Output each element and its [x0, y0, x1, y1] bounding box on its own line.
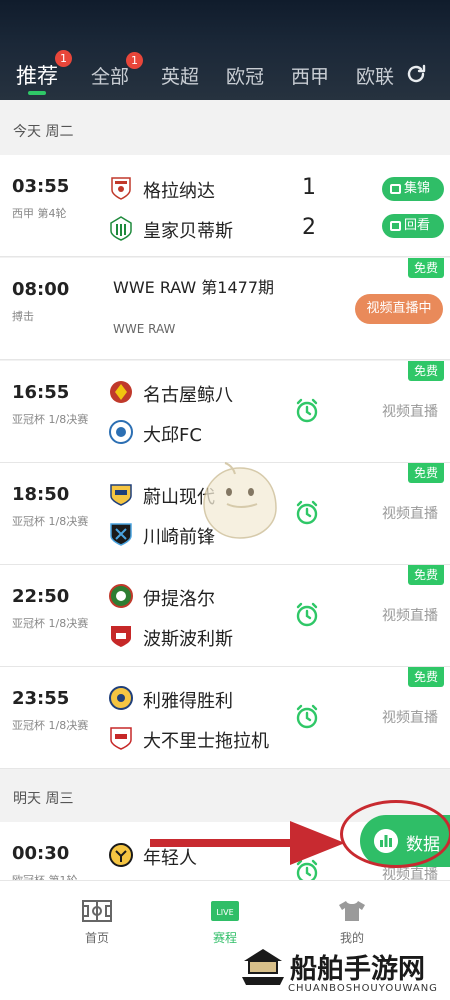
pagoda-logo-icon [242, 949, 284, 985]
home-team-name: 格拉纳达 [143, 181, 215, 202]
ulsan-crest-icon [110, 484, 132, 506]
live-now-button[interactable]: 视频直播中 [355, 294, 443, 324]
alarm-clock-icon[interactable] [293, 499, 321, 527]
free-badge: 免费 [408, 361, 444, 381]
match-competition: 亚冠杯 1/8决赛 [12, 413, 89, 426]
mascot-bird-image [203, 462, 277, 539]
pitch-icon [82, 900, 112, 922]
match-time: 08:00 [12, 279, 70, 300]
granada-crest-icon [111, 177, 131, 200]
tab-all[interactable]: 全部 1 [91, 52, 144, 89]
match-competition: 亚冠杯 1/8决赛 [12, 617, 89, 630]
tab-badge: 1 [55, 50, 72, 67]
tab-la-liga[interactable]: 西甲 [291, 62, 329, 89]
red-arrow-annotation [150, 821, 345, 865]
jersey-icon [339, 901, 365, 921]
home-team-name: 名古屋鲸八 [143, 385, 233, 406]
top-header: 推荐 1 全部 1 英超 欧冠 西甲 欧联 [0, 0, 450, 100]
free-badge: 免费 [408, 565, 444, 585]
video-live-label[interactable]: 视频直播 [382, 707, 438, 727]
replay-button[interactable]: 回看 [382, 214, 444, 238]
young-boys-crest-icon [109, 843, 133, 867]
match-competition: 亚冠杯 1/8决赛 [12, 719, 89, 732]
tab-recommended[interactable]: 推荐 1 [16, 50, 72, 90]
event-title: WWE RAW 第1477期 [113, 278, 275, 297]
match-row[interactable]: 免费 08:00 搏击 WWE RAW 第1477期 WWE RAW 视频直播中 [0, 258, 450, 360]
persepolis-crest-icon [111, 626, 131, 647]
nav-profile[interactable]: 我的 [312, 899, 392, 946]
live-tv-icon: LIVE [211, 901, 239, 921]
free-badge: 免费 [408, 258, 444, 278]
ittihad-crest-icon [109, 584, 133, 608]
event-subtitle: WWE RAW [113, 322, 176, 336]
away-team-name: 皇家贝蒂斯 [143, 221, 233, 242]
tab-champions-league[interactable]: 欧冠 [226, 62, 264, 89]
away-score: 2 [302, 215, 316, 240]
nav-schedule[interactable]: LIVE 赛程 [185, 899, 265, 946]
free-badge: 免费 [408, 463, 444, 483]
al-nassr-crest-icon [109, 686, 133, 710]
tab-label: 全部 [91, 66, 130, 88]
match-time: 23:55 [12, 688, 70, 709]
home-score: 1 [302, 175, 316, 200]
match-competition: 亚冠杯 1/8决赛 [12, 515, 89, 528]
watermark-title: 船舶手游网 [290, 954, 425, 985]
tab-label: 推荐 [16, 64, 58, 88]
away-team-name: 大邱FC [143, 425, 202, 446]
match-competition: 搏击 [12, 310, 34, 323]
nav-profile-label: 我的 [339, 931, 364, 945]
daegu-crest-icon [109, 420, 133, 444]
match-time: 16:55 [12, 382, 70, 403]
live-tv-icon-text: LIVE [216, 908, 233, 917]
match-row[interactable]: 03:55 西甲 第4轮 格拉纳达 皇家贝蒂斯 1 2 集锦 回看 [0, 155, 450, 257]
tab-badge: 1 [126, 52, 144, 69]
highlights-label: 集锦 [404, 181, 431, 196]
watermark-subtitle: CHUANBOSHOUYOUWANG [288, 983, 438, 994]
video-live-label[interactable]: 视频直播 [382, 605, 438, 625]
away-team-name: 波斯波利斯 [143, 629, 233, 650]
replay-label: 回看 [404, 218, 431, 233]
highlights-button[interactable]: 集锦 [382, 177, 444, 201]
match-row[interactable]: 免费 16:55 亚冠杯 1/8决赛 名古屋鲸八 大邱FC 视频直播 [0, 361, 450, 463]
alarm-clock-icon[interactable] [293, 703, 321, 731]
tractor-crest-icon [110, 727, 132, 750]
refresh-icon[interactable] [404, 62, 428, 86]
site-watermark: 船舶手游网 CHUANBOSHOUYOUWANG [240, 945, 450, 1000]
match-time: 22:50 [12, 586, 70, 607]
home-team-name: 利雅得胜利 [143, 691, 233, 712]
alarm-clock-icon[interactable] [293, 397, 321, 425]
away-team-name: 大不里士拖拉机 [143, 731, 269, 752]
betis-crest-icon [110, 216, 132, 241]
kawasaki-crest-icon [110, 523, 132, 546]
match-row[interactable]: 免费 23:55 亚冠杯 1/8决赛 利雅得胜利 大不里士拖拉机 视频直播 [0, 667, 450, 769]
tab-premier-league[interactable]: 英超 [161, 62, 199, 89]
highlights-icon [390, 184, 401, 194]
day-header-today: 今天 周二 [0, 103, 450, 155]
nagoya-crest-icon [110, 381, 132, 403]
match-competition: 西甲 第4轮 [12, 207, 67, 220]
nav-schedule-label: 赛程 [212, 931, 237, 945]
match-time: 18:50 [12, 484, 70, 505]
nav-home[interactable]: 首页 [57, 899, 137, 946]
nav-home-label: 首页 [84, 931, 109, 945]
match-time: 00:30 [12, 843, 70, 864]
match-time: 03:55 [12, 176, 70, 197]
video-live-label[interactable]: 视频直播 [382, 401, 438, 421]
tab-europa-league[interactable]: 欧联 [356, 62, 394, 89]
home-team-name: 伊提洛尔 [143, 589, 215, 610]
video-live-label[interactable]: 视频直播 [382, 503, 438, 523]
replay-icon [390, 221, 401, 231]
alarm-clock-icon[interactable] [293, 601, 321, 629]
active-tab-indicator [28, 91, 46, 95]
free-badge: 免费 [408, 667, 444, 687]
red-circle-annotation [340, 800, 450, 868]
match-row[interactable]: 免费 22:50 亚冠杯 1/8决赛 伊提洛尔 波斯波利斯 视频直播 [0, 565, 450, 667]
